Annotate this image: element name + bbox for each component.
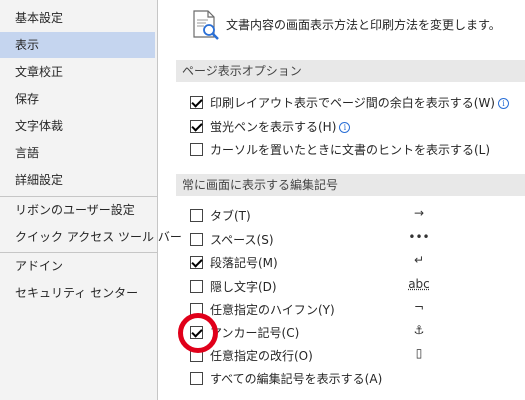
paragraph-return-icon: ↵ <box>413 253 425 267</box>
sidebar-item-trust-center[interactable]: セキュリティ センター <box>0 280 155 306</box>
checkbox[interactable] <box>190 120 203 133</box>
checkbox[interactable] <box>190 233 203 246</box>
option-spaces[interactable]: スペース(S) ••• <box>190 230 525 250</box>
page-display-section-header: ページ表示オプション <box>176 60 525 82</box>
sidebar-item-display[interactable]: 表示 <box>0 32 155 58</box>
optional-break-icon: ▯ <box>415 346 423 360</box>
optional-hyphen-icon: ¬ <box>413 300 425 314</box>
checkbox[interactable] <box>190 372 203 385</box>
sidebar-item-proofing[interactable]: 文章校正 <box>0 59 155 85</box>
info-icon[interactable]: i <box>339 122 351 133</box>
options-sidebar: 基本設定 表示 文章校正 保存 文字体裁 言語 詳細設定 リボンのユーザー設定 … <box>0 0 182 400</box>
checkbox[interactable] <box>190 96 203 109</box>
option-paragraph-marks[interactable]: 段落記号(M) ↵ <box>190 253 525 273</box>
option-tab-characters[interactable]: タブ(T) → <box>190 206 525 226</box>
sidebar-item-typography[interactable]: 文字体裁 <box>0 113 155 139</box>
highlight-circle-annotation <box>178 313 218 353</box>
checkbox[interactable] <box>190 280 203 293</box>
anchor-icon: ⚓ <box>413 323 425 337</box>
sidebar-item-add-ins[interactable]: アドイン <box>0 253 155 279</box>
option-hidden-text[interactable]: 隠し文字(D) abc <box>190 277 525 297</box>
option-optional-hyphens[interactable]: 任意指定のハイフン(Y) ¬ <box>190 300 525 320</box>
sidebar-item-language[interactable]: 言語 <box>0 140 155 166</box>
option-show-all-marks[interactable]: すべての編集記号を表示する(A) <box>190 369 525 389</box>
sidebar-item-general[interactable]: 基本設定 <box>0 5 155 31</box>
hidden-text-icon: abc <box>408 277 430 291</box>
checkbox[interactable] <box>190 143 203 156</box>
space-dots-icon: ••• <box>408 230 430 244</box>
tab-arrow-icon: → <box>413 206 425 220</box>
sidebar-item-quick-access-toolbar[interactable]: クイック アクセス ツール バー <box>0 224 182 250</box>
option-object-anchors[interactable]: アンカー記号(C) ⚓ <box>190 323 525 343</box>
option-document-tooltips[interactable]: カーソルを置いたときに文書のヒントを表示する(L) <box>190 140 525 160</box>
info-icon[interactable]: i <box>498 98 509 109</box>
document-magnifier-icon <box>193 10 219 40</box>
sidebar-item-customize-ribbon[interactable]: リボンのユーザー設定 <box>0 197 155 223</box>
option-show-highlighter[interactable]: 蛍光ペンを表示する(H) i <box>190 117 525 137</box>
page-description: 文書内容の画面表示方法と印刷方法を変更します。 <box>226 18 501 32</box>
checkbox[interactable] <box>190 209 203 222</box>
option-show-whitespace[interactable]: 印刷レイアウト表示でページ間の余白を表示する(W) i <box>190 93 525 113</box>
sidebar-item-advanced[interactable]: 詳細設定 <box>0 167 155 193</box>
sidebar-item-save[interactable]: 保存 <box>0 86 155 112</box>
option-optional-breaks[interactable]: 任意指定の改行(O) ▯ <box>190 346 525 366</box>
formatting-marks-section-header: 常に画面に表示する編集記号 <box>176 174 525 196</box>
checkbox[interactable] <box>190 256 203 269</box>
